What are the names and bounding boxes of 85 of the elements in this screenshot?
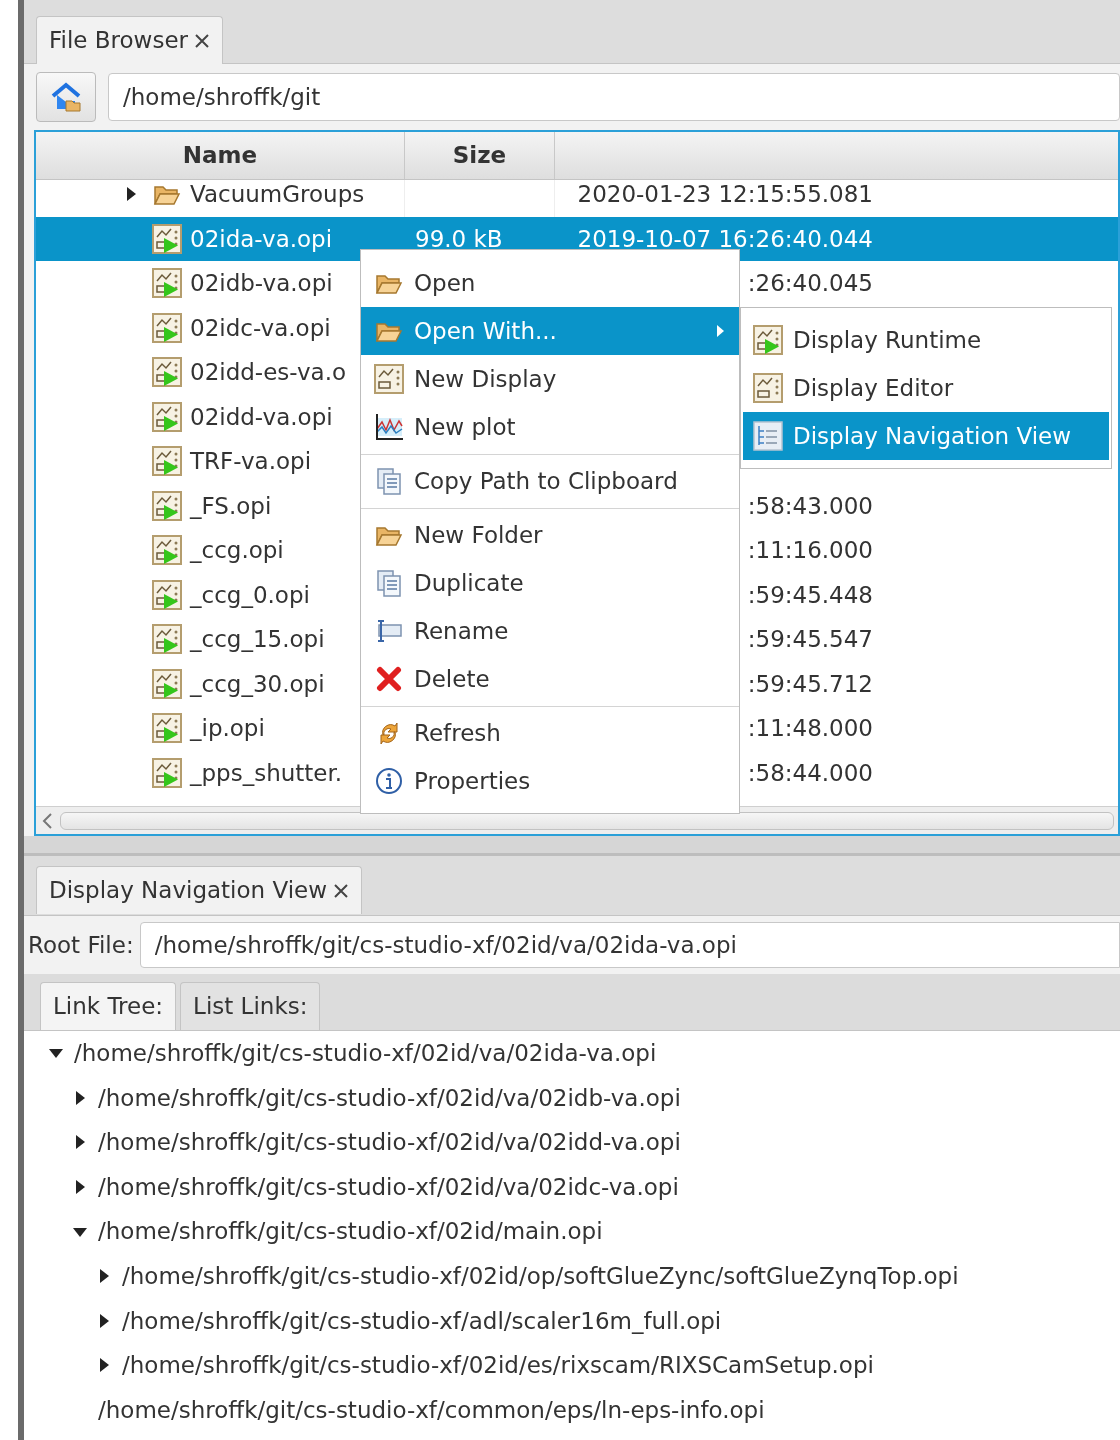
- display-file-icon: [753, 373, 783, 403]
- modified-date: :11:48.000: [747, 714, 873, 743]
- display-run-icon: [152, 446, 182, 477]
- modified-date: :59:45.448: [747, 580, 873, 610]
- display-file-icon: [374, 364, 404, 394]
- chart-icon: [374, 412, 404, 442]
- file-name: _ccg_30.opi: [190, 669, 325, 699]
- file-name: TRF-va.opi: [190, 447, 312, 476]
- tree-item[interactable]: /home/shroffk/git/cs-studio-xf/02id/va/02idc-va.opi: [98, 1169, 679, 1205]
- scrollbar-thumb[interactable]: [60, 811, 1114, 830]
- view-tab[interactable]: List Links:: [180, 982, 321, 1030]
- close-icon: [333, 882, 350, 899]
- file-name: 02idd-es-va.o: [190, 358, 347, 387]
- file-name: _ccg.opi: [190, 536, 284, 565]
- close-icon: [194, 32, 210, 49]
- menu-item[interactable]: Duplicate: [361, 559, 739, 607]
- file-name: _ip.opi: [190, 714, 265, 743]
- text-cursor-icon: [375, 617, 403, 645]
- menu-item[interactable]: Copy Path to Clipboard: [361, 457, 739, 505]
- column-header[interactable]: Size: [405, 132, 555, 179]
- tree-item[interactable]: /home/shroffk/git/cs-studio-xf/02id/es/rixscam/RIXSCamSetup.opi: [122, 1348, 874, 1383]
- file-name: _ccg_0.opi: [190, 580, 310, 610]
- file-name: 02ida-va.opi: [190, 224, 333, 254]
- display-run-icon: [152, 579, 182, 610]
- documents-icon: [375, 569, 403, 597]
- info-icon: [375, 767, 403, 795]
- file-name: _pps_shutter.: [190, 758, 343, 788]
- menu-item[interactable]: New Folder: [361, 511, 739, 559]
- home-button[interactable]: [36, 72, 96, 122]
- modified-date: :58:43.000: [747, 491, 873, 521]
- tree-item[interactable]: /home/shroffk/git/cs-studio-xf/02id/va/02ida-va.opi: [74, 1036, 657, 1071]
- display-run-icon: [152, 757, 182, 788]
- display-run-icon: [152, 357, 182, 388]
- file-name: _FS.opi: [190, 491, 272, 521]
- file-name: _ccg_15.opi: [190, 625, 325, 654]
- tree-item[interactable]: /home/shroffk/git/cs-studio-xf/02id/op/softGlueZync/softGlueZynqTop.opi: [122, 1259, 959, 1294]
- menu-item[interactable]: Refresh: [361, 709, 739, 757]
- display-run-icon: [152, 401, 182, 432]
- menu-item[interactable]: Display Editor: [743, 364, 1109, 412]
- column-header[interactable]: Name: [36, 132, 405, 179]
- panel-tab[interactable]: File Browser: [36, 16, 223, 64]
- display-run-icon: [152, 535, 182, 566]
- display-run-icon: [152, 223, 182, 254]
- display-run-icon: [152, 490, 182, 521]
- tree-list-icon: [753, 421, 783, 451]
- menu-item[interactable]: Display Runtime: [743, 316, 1109, 364]
- tree-item[interactable]: /home/shroffk/git/cs-studio-xf/02id/main.opi: [98, 1214, 603, 1249]
- file-name: 02idd-va.opi: [190, 402, 333, 432]
- file-name: 02idb-va.opi: [190, 269, 333, 298]
- modified-date: :26:40.045: [747, 269, 873, 298]
- menu-item[interactable]: Delete: [361, 655, 739, 703]
- home-icon: [50, 82, 82, 112]
- delete-icon: [376, 666, 402, 692]
- menu-item[interactable]: New Display: [361, 355, 739, 403]
- submenu-arrow-icon: [715, 324, 725, 338]
- modified-date: 2020-01-23 12:15:55.081: [577, 180, 873, 209]
- tree-item[interactable]: /home/shroffk/git/cs-studio-xf/02id/va/02idb-va.opi: [98, 1080, 681, 1116]
- path-field[interactable]: /home/shroffk/git: [108, 73, 1120, 121]
- tree-item[interactable]: /home/shroffk/git/cs-studio-xf/adl/scaler16m_full.opi: [122, 1303, 722, 1339]
- modified-date: :59:45.712: [747, 669, 873, 699]
- menu-item[interactable]: Rename: [361, 607, 739, 655]
- file-size: 99.0 kB: [415, 224, 503, 254]
- documents-icon: [375, 467, 403, 495]
- modified-date: :59:45.547: [747, 625, 873, 654]
- view-tab[interactable]: Link Tree:: [40, 982, 177, 1030]
- modified-date: 2019-10-07 16:26:40.044: [577, 224, 873, 254]
- display-run-icon: [152, 312, 182, 343]
- modified-date: :58:44.000: [747, 758, 873, 788]
- file-name: 02idc-va.opi: [190, 313, 331, 343]
- display-run-icon: [152, 668, 182, 699]
- menu-item[interactable]: Open: [361, 259, 739, 307]
- tree-item[interactable]: /home/shroffk/git/cs-studio-xf/common/eps/ln-eps-info.opi: [98, 1392, 765, 1428]
- panel-tab[interactable]: Display Navigation View: [36, 866, 363, 914]
- menu-item[interactable]: New plot: [361, 403, 739, 451]
- root-file-field[interactable]: /home/shroffk/git/cs-studio-xf/02id/va/02ida-va.opi: [139, 922, 1120, 968]
- display-run-icon: [753, 325, 783, 355]
- file-name: VacuumGroups: [190, 180, 365, 209]
- root-file-label: Root File:: [28, 930, 134, 960]
- display-run-icon: [152, 713, 182, 744]
- display-run-icon: [152, 624, 182, 655]
- display-run-icon: [152, 268, 182, 299]
- menu-item[interactable]: Properties: [361, 757, 739, 805]
- modified-date: :11:16.000: [747, 536, 873, 565]
- tree-item[interactable]: /home/shroffk/git/cs-studio-xf/02id/va/02idd-va.opi: [98, 1125, 681, 1160]
- scroll-left-icon: [40, 811, 54, 830]
